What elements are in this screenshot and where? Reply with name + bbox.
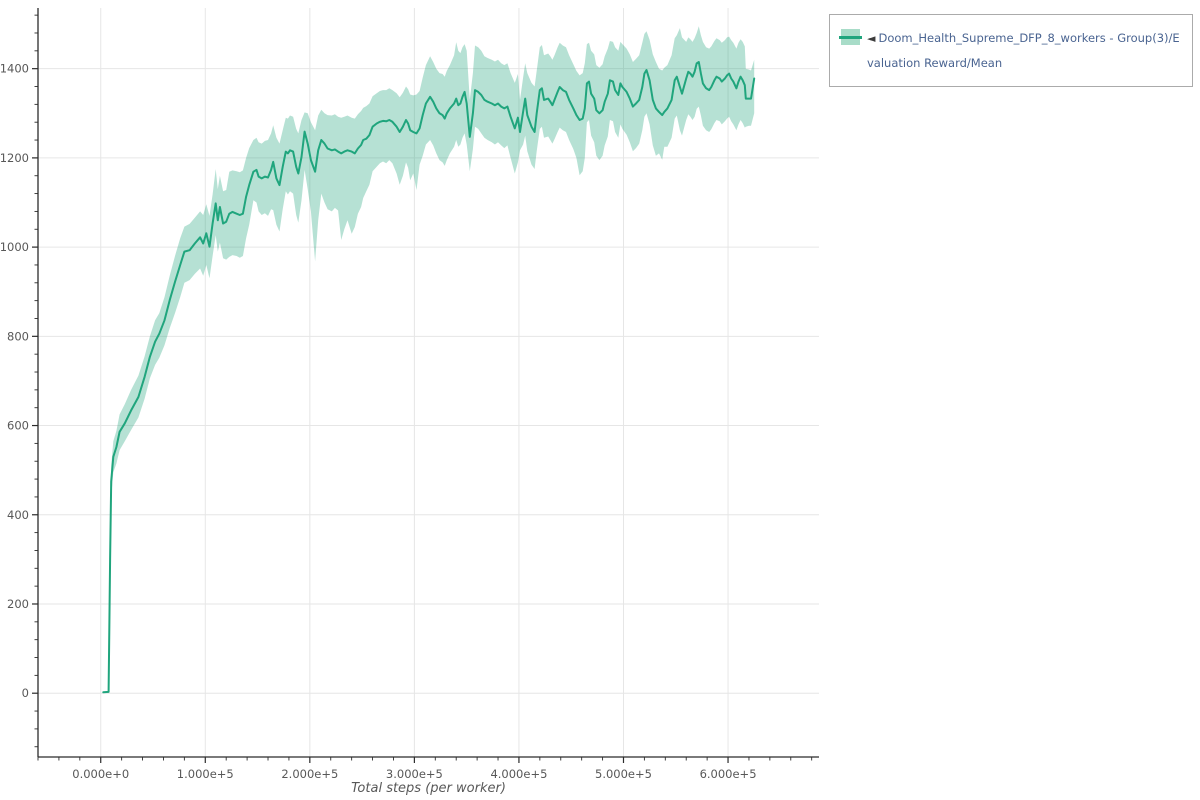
svg-text:400: 400	[7, 508, 29, 522]
legend-swatch-icon	[841, 29, 860, 45]
legend: ◄Doom_Health_Supreme_DFP_8_workers - Gro…	[829, 14, 1193, 87]
svg-text:800: 800	[7, 329, 29, 343]
chart-svg: 0.000e+0 1.000e+5 2.000e+5 3.000e+5 4.000e+5…	[0, 0, 1200, 800]
legend-swatch-line-icon	[839, 36, 862, 39]
svg-text:6.000e+5: 6.000e+5	[700, 767, 757, 781]
svg-text:1.000e+5: 1.000e+5	[177, 767, 234, 781]
legend-marker-icon: ◄	[867, 32, 875, 45]
legend-entry: ◄Doom_Health_Supreme_DFP_8_workers - Gro…	[867, 26, 1182, 76]
legend-label: Doom_Health_Supreme_DFP_8_workers - Grou…	[867, 31, 1180, 70]
page-root: 0.000e+0 1.000e+5 2.000e+5 3.000e+5 4.000e+5…	[0, 0, 1200, 800]
svg-text:1200: 1200	[0, 151, 29, 165]
svg-text:3.000e+5: 3.000e+5	[386, 767, 443, 781]
svg-text:0.000e+0: 0.000e+0	[72, 767, 129, 781]
svg-text:2.000e+5: 2.000e+5	[281, 767, 338, 781]
svg-text:1000: 1000	[0, 240, 29, 254]
svg-text:4.000e+5: 4.000e+5	[490, 767, 547, 781]
x-axis-label: Total steps (per worker)	[38, 781, 819, 796]
svg-text:5.000e+5: 5.000e+5	[595, 767, 652, 781]
svg-text:0: 0	[22, 686, 29, 700]
svg-text:600: 600	[7, 419, 29, 433]
svg-text:200: 200	[7, 597, 29, 611]
svg-text:1400: 1400	[0, 62, 29, 76]
